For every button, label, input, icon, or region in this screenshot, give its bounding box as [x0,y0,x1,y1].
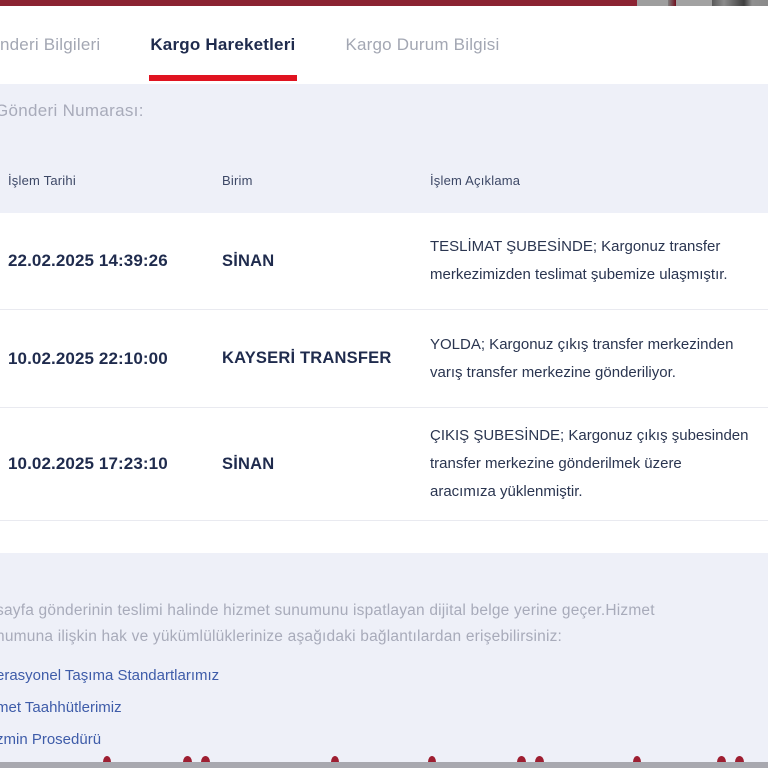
tab-kargo-durum-bilgisi[interactable]: Kargo Durum Bilgisi [345,6,499,84]
cargo-tracking-page: nderi Bilgileri Kargo Hareketleri Kargo … [0,0,768,768]
tab-kargo-hareketleri-label: Kargo Hareketleri [150,35,296,54]
shipment-info-band: Gönderi Numarası: İşlem Tarihi Birim İşl… [0,84,768,213]
cell-islem-tarihi: 10.02.2025 22:10:00 [8,348,168,368]
column-header-birim: Birim [222,173,253,188]
cell-birim: SİNAN [222,251,275,270]
disclaimer-line-1: sayfa gönderinin teslimi halinde hizmet … [0,602,655,619]
cell-islem-aciklama: TESLİMAT ŞUBESİNDE; Kargonuz transfer me… [430,238,728,283]
cell-islem-aciklama: ÇIKIŞ ŞUBESİNDE; Kargonuz çıkış şubesind… [430,427,749,500]
column-header-islem-tarihi: İşlem Tarihi [8,173,76,188]
link-tazmin-proseduru[interactable]: zmin Prosedürü [0,731,101,748]
footer-section: sayfa gönderinin teslimi halinde hizmet … [0,553,768,768]
column-header-islem-aciklama: İşlem Açıklama [430,173,521,188]
tab-gonderi-bilgileri[interactable]: nderi Bilgileri [0,6,100,84]
footer-links: erasyonel Taşıma Standartlarımız met Taa… [0,667,768,748]
cell-islem-aciklama: YOLDA; Kargonuz çıkış transfer merkezind… [430,335,734,381]
table-bottom-spacer [0,521,768,553]
cell-birim: SİNAN [222,454,275,473]
link-taahhutlerimiz[interactable]: met Taahhütlerimiz [0,699,122,716]
link-tasima-standartlarimiz[interactable]: erasyonel Taşıma Standartlarımız [0,667,219,684]
table-row: 10.02.2025 17:23:10 SİNAN ÇIKIŞ ŞUBESİND… [0,408,768,521]
bottom-gray-bar [0,762,768,768]
table-header-row: İşlem Tarihi Birim İşlem Açıklama [0,173,768,213]
disclaimer-line-2: numuna ilişkin hak ve yükümlülüklerinize… [0,628,563,645]
tab-bar: nderi Bilgileri Kargo Hareketleri Kargo … [0,6,768,84]
cell-islem-tarihi: 22.02.2025 14:39:26 [8,251,168,270]
cell-islem-tarihi: 10.02.2025 17:23:10 [8,454,168,473]
active-tab-underline [149,75,298,81]
cell-birim: KAYSERİ TRANSFER [222,349,392,367]
tab-kargo-hareketleri[interactable]: Kargo Hareketleri [149,6,298,84]
shipment-number-label: Gönderi Numarası: [0,101,144,120]
table-row: 22.02.2025 14:39:26 SİNAN TESLİMAT ŞUBES… [0,213,768,310]
table-row: 10.02.2025 22:10:00 KAYSERİ TRANSFER YOL… [0,310,768,408]
